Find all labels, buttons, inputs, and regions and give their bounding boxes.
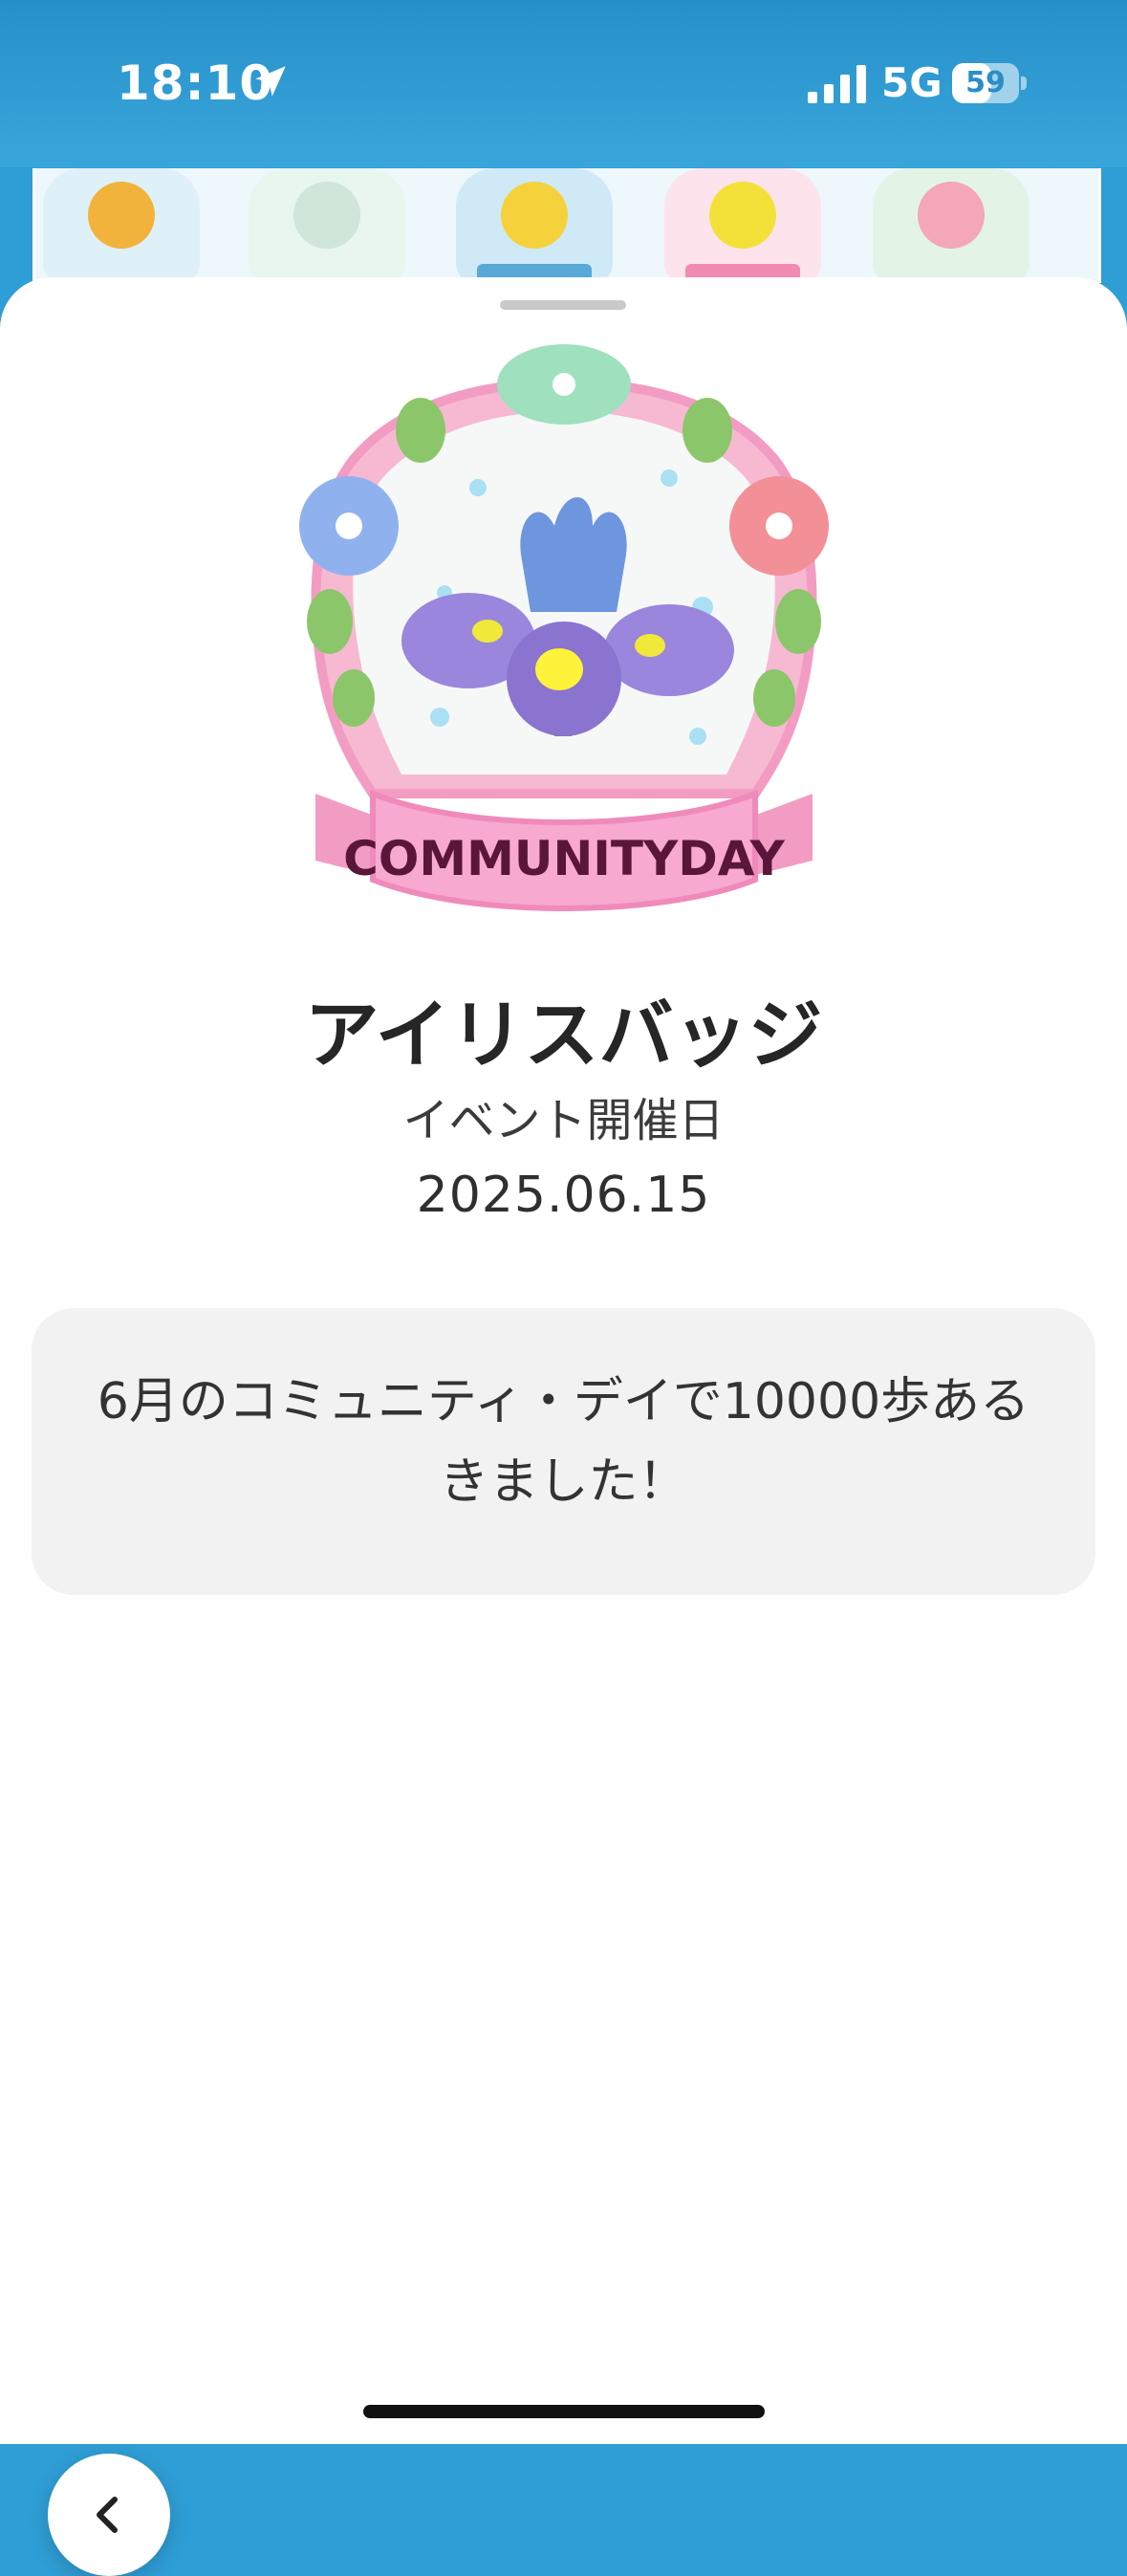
- badge-title: アイリスバッジ: [304, 993, 823, 1079]
- status-bar: 18:10 5G 59: [0, 0, 1127, 167]
- strip-badge-5[interactable]: [865, 168, 1037, 283]
- signal-bars-icon: [808, 65, 866, 103]
- home-indicator[interactable]: [363, 2405, 765, 2418]
- network-type: 5G: [881, 59, 943, 106]
- strip-badge-4[interactable]: [657, 168, 829, 283]
- sheet-grabber[interactable]: [500, 300, 626, 310]
- strip-badge-3[interactable]: [448, 168, 620, 283]
- event-date-label: イベント開催日: [402, 1094, 725, 1147]
- badge-detail-sheet: COMMUNITYDAY アイリスバッジ イベント開催日 2025.06.15 …: [0, 277, 1127, 2576]
- chevron-left-icon: [97, 2497, 118, 2533]
- back-button[interactable]: [48, 2454, 170, 2576]
- location-arrow-icon: [255, 66, 286, 97]
- battery-icon: 59: [952, 63, 1027, 103]
- badge-ribbon-text: COMMUNITYDAY: [343, 831, 785, 886]
- badge-description-card: 6月のコミュニティ・デイで10000歩あるきました！: [32, 1308, 1095, 1595]
- battery-percent: 59: [965, 66, 1006, 99]
- event-date-value: 2025.06.15: [416, 1167, 711, 1224]
- badge-strip[interactable]: [33, 168, 1101, 283]
- badge-description: 6月のコミュニティ・デイで10000歩あるきました！: [97, 1373, 1030, 1511]
- strip-badge-1[interactable]: [35, 168, 207, 283]
- strip-badge-2[interactable]: [241, 168, 413, 283]
- iris-badge-image: COMMUNITYDAY: [299, 344, 829, 911]
